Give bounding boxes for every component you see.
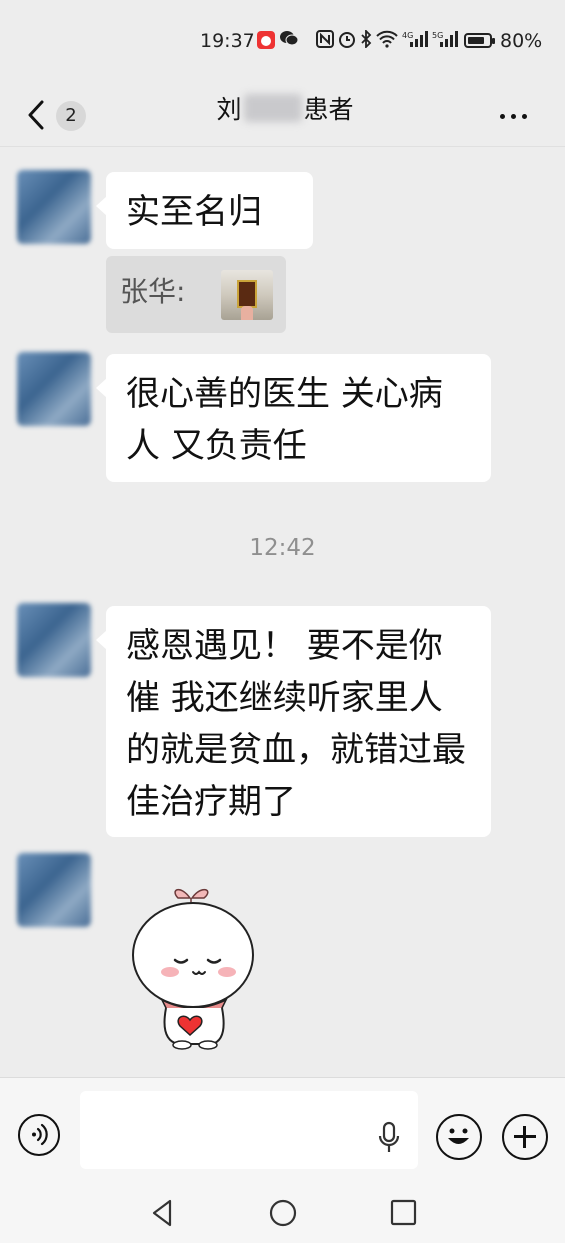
signal-4g-icon: 4G: [402, 30, 428, 52]
battery-icon: [464, 33, 495, 48]
contact-avatar[interactable]: [17, 352, 91, 426]
chat-title-suffix: 患者: [303, 95, 354, 124]
emoji-button[interactable]: [436, 1114, 482, 1160]
wechat-notification-icon: [280, 30, 299, 50]
status-time: 19:37: [200, 30, 255, 52]
message-bubble[interactable]: 实至名归: [96, 172, 313, 249]
system-nav-bar: [0, 1182, 565, 1243]
svg-text:4G: 4G: [402, 31, 413, 40]
contact-avatar[interactable]: [17, 170, 91, 244]
contact-avatar[interactable]: [17, 853, 91, 927]
signal-5g-icon: 5G: [432, 30, 458, 52]
voice-icon: [32, 1123, 48, 1146]
chat-title: 刘 患者: [190, 90, 380, 130]
time-divider: 12:42: [249, 535, 316, 561]
nav-home-icon: [269, 1199, 297, 1227]
unread-count-badge: 2: [56, 101, 86, 131]
alarm-icon: [338, 30, 356, 52]
input-bar: [0, 1077, 565, 1183]
more-dots-icon: [500, 114, 505, 119]
sticker-message[interactable]: [130, 880, 260, 1050]
nfc-icon: [316, 30, 334, 52]
quote-sender: 张华:: [120, 275, 186, 308]
app-notification-icon: [256, 30, 276, 54]
emoji-icon: [448, 1128, 469, 1144]
back-chevron-icon: [26, 100, 46, 134]
quoted-message[interactable]: 张华:: [106, 256, 286, 333]
redacted-name: [243, 94, 302, 122]
status-bar: 19:37 4G 5G 80%: [0, 0, 565, 80]
nav-back-button[interactable]: [148, 1198, 178, 1228]
bluetooth-icon: [360, 28, 372, 52]
contact-avatar[interactable]: [17, 603, 91, 677]
message-bubble[interactable]: 很心善的医生 关心病人 又负责任: [96, 354, 491, 482]
wifi-icon: [376, 30, 398, 52]
microphone-icon[interactable]: [377, 1121, 401, 1155]
nav-home-button[interactable]: [268, 1198, 298, 1228]
nav-recent-button[interactable]: [389, 1198, 419, 1228]
plus-button[interactable]: [502, 1114, 548, 1160]
quote-image-thumbnail[interactable]: [221, 270, 273, 320]
message-input[interactable]: [80, 1091, 418, 1169]
nav-back-icon: [152, 1199, 172, 1227]
back-button[interactable]: 2: [22, 92, 92, 136]
chat-header: 2 刘 患者: [0, 80, 565, 147]
message-text: 很心善的医生 关心病人 又负责任: [126, 374, 443, 466]
message-text: 实至名归: [126, 192, 262, 232]
nav-recent-icon: [390, 1199, 417, 1226]
more-options-button[interactable]: [497, 104, 537, 120]
svg-text:5G: 5G: [432, 31, 443, 40]
message-bubble[interactable]: 感恩遇见！ 要不是你催 我还继续听家里人的就是贫血，就错过最佳治疗期了: [96, 606, 491, 837]
chat-title-prefix: 刘: [216, 95, 242, 124]
battery-percent: 80%: [500, 30, 543, 52]
voice-toggle-button[interactable]: [18, 1114, 60, 1156]
message-text: 感恩遇见！ 要不是你催 我还继续听家里人的就是贫血，就错过最佳治疗期了: [126, 626, 466, 822]
